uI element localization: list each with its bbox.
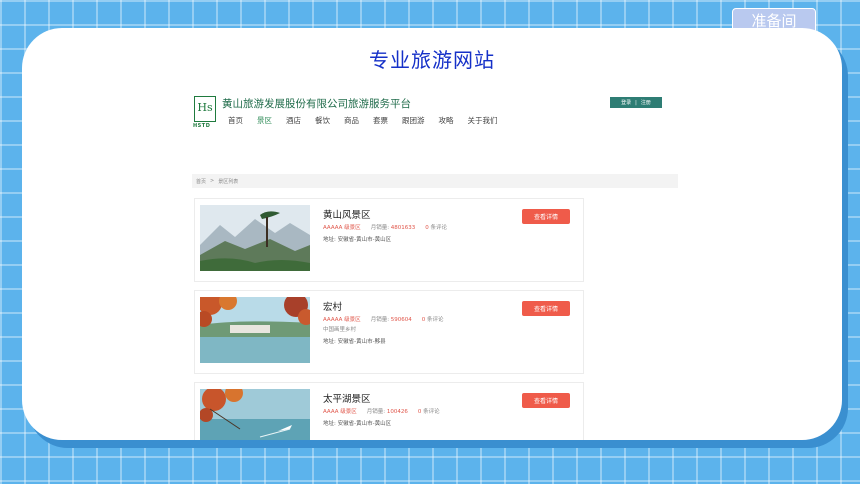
sales-group: 月销量: 4801633: [371, 223, 416, 231]
auth-bar: 登录 | 注册: [610, 97, 662, 108]
company-name: 黄山旅游发展股份有限公司旅游服务平台: [222, 98, 411, 110]
breadcrumb-home[interactable]: 首页: [196, 178, 206, 185]
view-details-button[interactable]: 查看详情: [522, 301, 570, 316]
scenic-address: 地址: 安徽省-黄山市-黄山区: [323, 235, 391, 243]
review-group: 0 条评论: [418, 407, 440, 415]
review-count: 0: [421, 317, 426, 323]
scenic-card: 太平湖景区 AAAA 级景区 月销量: 100426 0 条评论 地址: 安徽省…: [194, 382, 584, 440]
nav-item-home[interactable]: 首页: [228, 115, 243, 126]
scenic-title[interactable]: 宏村: [323, 299, 342, 313]
address-label: 地址:: [323, 237, 336, 243]
sales-label: 月销量:: [366, 409, 386, 415]
breadcrumb: 首页 > 景区列表: [192, 174, 678, 188]
scenic-meta: AAAAA 级景区 月销量: 590604 0 条评论: [323, 315, 444, 323]
scenic-grade: AAAAA 级景区: [323, 225, 361, 231]
sales-group: 月销量: 590604: [371, 315, 412, 323]
scenic-grade: AAAA 级景区: [323, 409, 357, 415]
view-details-button[interactable]: 查看详情: [522, 209, 570, 224]
scenic-title[interactable]: 太平湖景区: [323, 391, 371, 405]
scenic-address: 地址: 安徽省-黄山市-黄山区: [323, 419, 391, 427]
sales-group: 月销量: 100426: [367, 407, 408, 415]
review-count: 0: [425, 225, 429, 231]
scenic-title[interactable]: 黄山风景区: [323, 207, 371, 221]
sales-label: 月销量:: [370, 225, 390, 231]
nav-item-hotel[interactable]: 酒店: [286, 115, 301, 126]
scenic-grade: AAAAA 级景区: [323, 317, 361, 323]
nav-item-scenic[interactable]: 景区: [257, 115, 272, 126]
content-panel: 专业旅游网站 Hs HSTD 黄山旅游发展股份有限公司旅游服务平台 登录 | 注…: [22, 28, 842, 440]
login-link[interactable]: 登录: [621, 99, 631, 106]
review-suffix: 条评论: [423, 409, 440, 415]
review-count: 0: [417, 409, 422, 415]
sales-count: 100426: [386, 409, 408, 415]
review-suffix: 条评论: [427, 317, 444, 323]
nav-item-dining[interactable]: 餐饮: [315, 115, 330, 126]
register-link[interactable]: 注册: [641, 99, 651, 106]
address-value: 安徽省-黄山市-黄山区: [337, 421, 392, 427]
address-label: 地址:: [323, 339, 336, 345]
sales-count: 4801633: [390, 225, 416, 231]
slide-title: 专业旅游网站: [369, 48, 495, 72]
scenic-photo-huangshan: [200, 205, 310, 271]
main-nav: 首页 景区 酒店 餐饮 商品 套票 跟团游 攻略 关于我们: [228, 115, 498, 126]
review-suffix: 条评论: [430, 225, 448, 231]
company-logo-icon: Hs: [194, 96, 216, 122]
nav-item-tours[interactable]: 跟团游: [402, 115, 425, 126]
logo-subtext: HSTD: [193, 123, 211, 129]
scenic-address: 地址: 安徽省-黄山市-黟县: [323, 337, 386, 345]
scenic-photo-taiping-lake: [200, 389, 310, 440]
breadcrumb-separator: >: [210, 178, 215, 184]
scenic-photo-hongcun: [200, 297, 310, 363]
review-group: 0 条评论: [425, 223, 447, 231]
address-value: 安徽省-黄山市-黄山区: [337, 237, 392, 243]
view-details-button[interactable]: 查看详情: [522, 393, 570, 408]
scenic-meta: AAAA 级景区 月销量: 100426 0 条评论: [323, 407, 440, 415]
sales-label: 月销量:: [370, 317, 390, 323]
scenic-card: 宏村 AAAAA 级景区 月销量: 590604 0 条评论 中国画里乡村 地址…: [194, 290, 584, 374]
address-value: 安徽省-黄山市-黟县: [337, 339, 386, 345]
nav-item-packages[interactable]: 套票: [373, 115, 388, 126]
breadcrumb-current: 景区列表: [218, 178, 239, 185]
scenic-meta: AAAAA 级景区 月销量: 4801633 0 条评论: [323, 223, 447, 231]
sales-count: 590604: [390, 317, 412, 323]
address-label: 地址:: [323, 421, 336, 427]
nav-item-guides[interactable]: 攻略: [439, 115, 454, 126]
review-group: 0 条评论: [422, 315, 444, 323]
auth-separator: |: [635, 99, 637, 106]
scenic-card: 黄山风景区 AAAAA 级景区 月销量: 4801633 0 条评论 地址: 安…: [194, 198, 584, 282]
nav-item-about[interactable]: 关于我们: [468, 115, 498, 126]
scenic-slogan: 中国画里乡村: [323, 327, 357, 333]
nav-item-goods[interactable]: 商品: [344, 115, 359, 126]
